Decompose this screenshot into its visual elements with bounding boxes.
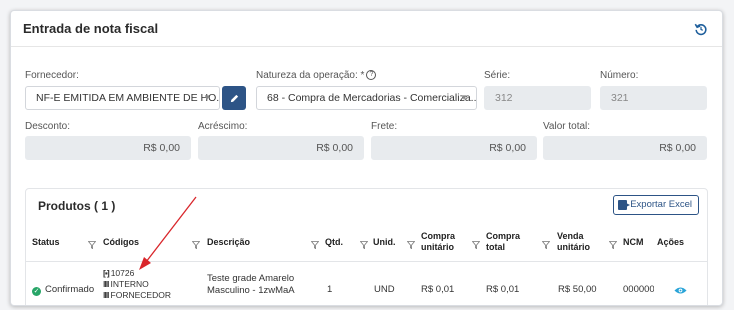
code-fornecedor: ǀǀǀǀ FORNECEDOR bbox=[103, 290, 171, 301]
desconto-field[interactable]: R$ 0,00 bbox=[25, 136, 191, 160]
status-text: Confirmado bbox=[45, 284, 95, 295]
col-acoes: Ações bbox=[657, 237, 685, 247]
export-excel-button[interactable]: Exportar Excel bbox=[613, 195, 699, 215]
descricao-line1: Teste grade Amarelo bbox=[207, 273, 295, 284]
valor-total-label: Valor total: bbox=[543, 121, 591, 132]
col-status: Status bbox=[32, 237, 60, 247]
codes-cell: [▪] 10726 ǀǀǀǀ INTERNO ǀǀǀǀ FORNECEDOR bbox=[103, 268, 171, 301]
venda-unitario-cell: R$ 50,00 bbox=[558, 284, 597, 295]
filter-icon[interactable] bbox=[192, 241, 200, 249]
acrescimo-label: Acréscimo: bbox=[198, 121, 248, 132]
filter-icon[interactable] bbox=[407, 241, 415, 249]
filter-icon[interactable] bbox=[311, 241, 319, 249]
filter-icon[interactable] bbox=[88, 241, 96, 249]
check-circle-icon: ✓ bbox=[32, 287, 41, 296]
page-title: Entrada de nota fiscal bbox=[23, 21, 159, 36]
compra-unitario-cell: R$ 0,01 bbox=[421, 284, 455, 295]
code-interno-text: INTERNO bbox=[110, 279, 149, 289]
descricao-line2: Masculino - 1zwMaA bbox=[207, 285, 295, 296]
refresh-icon[interactable] bbox=[694, 22, 708, 36]
serie-label: Série: bbox=[484, 70, 511, 81]
col-compra-total: Compra total bbox=[486, 231, 520, 253]
col-venda-unitario-line2: unitário bbox=[557, 242, 590, 252]
numero-label: Número: bbox=[600, 70, 639, 81]
natureza-label: Natureza da operação: *? bbox=[256, 70, 377, 81]
col-compra-total-line1: Compra bbox=[486, 231, 521, 241]
barcode-icon: ǀǀǀǀ bbox=[103, 279, 109, 289]
descricao-cell: Teste grade Amarelo Masculino - 1zwMaA bbox=[207, 273, 295, 297]
numero-field: 321 bbox=[600, 86, 707, 110]
acrescimo-field[interactable]: R$ 0,00 bbox=[198, 136, 364, 160]
col-compra-unitario-line2: unitário bbox=[421, 242, 454, 252]
natureza-label-text: Natureza da operação: * bbox=[256, 70, 365, 81]
card-header: Entrada de nota fiscal bbox=[11, 11, 722, 47]
natureza-select[interactable]: 68 - Compra de Mercadorias - Comercializ… bbox=[256, 86, 477, 110]
qtd-cell: 1 bbox=[327, 284, 333, 295]
col-unid: Unid. bbox=[373, 237, 396, 247]
filter-icon[interactable] bbox=[472, 241, 480, 249]
desconto-label: Desconto: bbox=[25, 121, 71, 132]
serie-field: 312 bbox=[484, 86, 591, 110]
filter-icon[interactable] bbox=[542, 241, 550, 249]
pencil-icon bbox=[230, 94, 238, 102]
col-compra-total-line2: total bbox=[486, 242, 505, 252]
valor-total-field: R$ 0,00 bbox=[543, 136, 707, 160]
edit-fornecedor-button[interactable] bbox=[222, 86, 246, 110]
col-compra-unitario: Compra unitário bbox=[421, 231, 455, 253]
code-main: [▪] 10726 bbox=[103, 268, 171, 279]
col-ncm: NCM bbox=[623, 237, 644, 247]
fornecedor-value: NF-E EMITIDA EM AMBIENTE DE HO... bbox=[36, 92, 220, 104]
col-descricao: Descrição bbox=[207, 237, 251, 247]
export-icon bbox=[618, 200, 631, 210]
unid-cell: UND bbox=[374, 284, 395, 295]
frete-field[interactable]: R$ 0,00 bbox=[371, 136, 537, 160]
filter-icon[interactable] bbox=[360, 241, 368, 249]
frete-label: Frete: bbox=[371, 121, 398, 132]
col-compra-unitario-line1: Compra bbox=[421, 231, 456, 241]
col-qtd: Qtd. bbox=[325, 237, 343, 247]
ncm-cell: 0000000 bbox=[623, 284, 654, 295]
eye-icon[interactable] bbox=[674, 286, 687, 295]
fornecedor-select[interactable]: NF-E EMITIDA EM AMBIENTE DE HO... ▼ bbox=[25, 86, 220, 110]
chevron-down-icon: ▼ bbox=[203, 93, 211, 102]
chevron-down-icon: ▼ bbox=[460, 93, 468, 102]
export-excel-label: Exportar Excel bbox=[630, 199, 692, 210]
code-fornecedor-text: FORNECEDOR bbox=[110, 290, 171, 300]
status-cell: ✓ Confirmado bbox=[32, 284, 94, 296]
products-title: Produtos ( 1 ) bbox=[38, 199, 116, 213]
nota-fiscal-card: Entrada de nota fiscal Fornecedor: NF-E … bbox=[10, 10, 723, 306]
barcode-icon: ǀǀǀǀ bbox=[103, 290, 109, 300]
compra-total-cell: R$ 0,01 bbox=[486, 284, 520, 295]
fornecedor-label: Fornecedor: bbox=[25, 70, 79, 81]
scan-icon: [▪] bbox=[103, 268, 110, 278]
col-venda-unitario: Venda unitário bbox=[557, 231, 590, 253]
code-main-text: 10726 bbox=[110, 268, 135, 278]
help-icon[interactable]: ? bbox=[366, 70, 377, 81]
code-interno: ǀǀǀǀ INTERNO bbox=[103, 279, 171, 290]
filter-icon[interactable] bbox=[609, 241, 617, 249]
natureza-value: 68 - Compra de Mercadorias - Comercializ… bbox=[267, 92, 477, 104]
col-venda-unitario-line1: Venda bbox=[557, 231, 584, 241]
products-panel: Produtos ( 1 ) Exportar Excel Status Cód… bbox=[25, 188, 708, 305]
header-divider bbox=[26, 261, 707, 262]
col-codigos: Códigos bbox=[103, 237, 139, 247]
